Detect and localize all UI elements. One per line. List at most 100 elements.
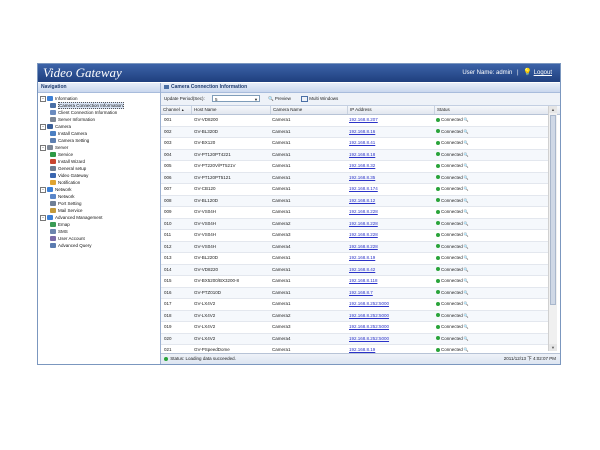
table-row[interactable]: 017 GV-LX4V2 Camera1 192.168.8.252:5000 Conn… bbox=[161, 299, 548, 311]
magnifier-icon[interactable]: 🔍 bbox=[463, 117, 469, 122]
table-row[interactable]: 012 GV-VS04H Camera4 192.168.8.228 Connected… bbox=[161, 241, 548, 253]
scroll-down-icon[interactable]: ▼ bbox=[549, 344, 557, 351]
logout-link[interactable]: Logout bbox=[534, 70, 552, 76]
ip-address-link[interactable]: 192.168.8.252:5000 bbox=[349, 334, 434, 345]
scrollbar-thumb[interactable] bbox=[550, 115, 556, 305]
ip-address-link[interactable]: 192.168.8.228 bbox=[349, 230, 434, 241]
ip-address-link[interactable]: 192.168.8.19 bbox=[349, 253, 434, 264]
nav-item-general-setup[interactable]: General setup bbox=[38, 165, 160, 172]
table-row[interactable]: 004 GV-PT120PT4221 Camera1 192.168.8.18 Conn… bbox=[161, 149, 548, 161]
table-row[interactable]: 005 GV-PT220V/PT521V Camera1 192.168.8.32 Co… bbox=[161, 161, 548, 173]
nav-item-advanced-management[interactable]: − Advanced Management bbox=[38, 214, 160, 221]
ip-address-link[interactable]: 192.168.8.228 bbox=[349, 242, 434, 253]
table-row[interactable]: 019 GV-LX4V2 Camera3 192.168.8.252:5000 Conn… bbox=[161, 322, 548, 334]
nav-item-server-information[interactable]: Server Information bbox=[38, 116, 160, 123]
magnifier-icon[interactable]: 🔍 bbox=[463, 336, 469, 341]
ip-address-link[interactable]: 192.168.8.228 bbox=[349, 219, 434, 230]
ip-address-link[interactable]: 192.168.8.228 bbox=[349, 207, 434, 218]
chevron-down-icon[interactable]: ▼ bbox=[254, 96, 258, 103]
magnifier-icon[interactable]: 🔍 bbox=[463, 140, 469, 145]
scroll-up-icon[interactable]: ▲ bbox=[549, 106, 557, 113]
collapse-toggle-icon[interactable]: − bbox=[40, 95, 46, 102]
magnifier-icon[interactable]: 🔍 bbox=[463, 278, 469, 283]
table-row[interactable]: 009 GV-VS04H Camera1 192.168.8.228 Connected… bbox=[161, 207, 548, 219]
vertical-scrollbar[interactable]: ▲ ▼ bbox=[548, 106, 557, 351]
collapse-toggle-icon[interactable]: − bbox=[40, 214, 46, 221]
nav-item-mail-service[interactable]: Mail Service bbox=[38, 207, 160, 214]
column-channel[interactable]: Channel ▲ bbox=[161, 106, 191, 114]
ip-address-link[interactable]: 192.168.8.118 bbox=[349, 276, 434, 287]
magnifier-icon[interactable]: 🔍 bbox=[463, 152, 469, 157]
ip-address-link[interactable]: 192.168.8.252:5000 bbox=[349, 322, 434, 333]
nav-item-network[interactable]: − Network bbox=[38, 186, 160, 193]
magnifier-icon[interactable]: 🔍 bbox=[463, 198, 469, 203]
magnifier-icon[interactable]: 🔍 bbox=[463, 324, 469, 329]
collapse-toggle-icon[interactable]: − bbox=[40, 186, 46, 193]
table-row[interactable]: 006 GV-PT120PT5121 Camera1 192.168.8.35 Conn… bbox=[161, 172, 548, 184]
magnifier-icon[interactable]: 🔍 bbox=[463, 209, 469, 214]
nav-item-install-camera[interactable]: Install Camera bbox=[38, 130, 160, 137]
ip-address-link[interactable]: 192.168.8.252:5000 bbox=[349, 311, 434, 322]
table-row[interactable]: 002 GV-BL320D Camera1 192.168.8.16 Connected… bbox=[161, 126, 548, 138]
table-row[interactable]: 013 GV-BL220D Camera1 192.168.8.19 Connected… bbox=[161, 253, 548, 265]
magnifier-icon[interactable]: 🔍 bbox=[463, 313, 469, 318]
magnifier-icon[interactable]: 🔍 bbox=[463, 267, 469, 272]
collapse-toggle-icon[interactable]: − bbox=[40, 123, 46, 130]
logout-icon[interactable]: 💡 bbox=[523, 69, 532, 76]
magnifier-icon[interactable]: 🔍 bbox=[463, 175, 469, 180]
magnifier-icon[interactable]: 🔍 bbox=[463, 163, 469, 168]
table-row[interactable]: 011 GV-VS04H Camera3 192.168.8.228 Connected… bbox=[161, 230, 548, 242]
nav-item-network[interactable]: Network bbox=[38, 193, 160, 200]
update-period-select[interactable]: 5 ▼ bbox=[212, 95, 260, 102]
column-host-name[interactable]: Host Name bbox=[191, 106, 270, 114]
column-ip-address[interactable]: IP Address bbox=[347, 106, 434, 114]
column-status[interactable]: Status bbox=[434, 106, 548, 114]
nav-item-client-connection-information[interactable]: Client Connection Information bbox=[38, 109, 160, 116]
magnifier-icon[interactable]: 🔍 bbox=[463, 244, 469, 249]
table-row[interactable]: 007 GV-CB120 Camera1 192.168.8.174 Connected… bbox=[161, 184, 548, 196]
ip-address-link[interactable]: 192.168.8.42 bbox=[349, 265, 434, 276]
ip-address-link[interactable]: 192.168.8.174 bbox=[349, 184, 434, 195]
magnifier-icon[interactable]: 🔍 bbox=[463, 347, 469, 352]
nav-item-notification[interactable]: Notification bbox=[38, 179, 160, 186]
magnifier-icon[interactable]: 🔍 bbox=[463, 301, 469, 306]
ip-address-link[interactable]: 192.168.8.16 bbox=[349, 127, 434, 138]
nav-item-sms[interactable]: SMS bbox=[38, 228, 160, 235]
magnifier-icon[interactable]: 🔍 bbox=[463, 255, 469, 260]
preview-button[interactable]: 🔍 Preview bbox=[268, 95, 291, 103]
column-camera-name[interactable]: Camera Name bbox=[270, 106, 347, 114]
ip-address-link[interactable]: 192.168.8.207 bbox=[349, 115, 434, 126]
nav-item-install-wizard[interactable]: Install Wizard bbox=[38, 158, 160, 165]
nav-item-port-setting[interactable]: Port Setting bbox=[38, 200, 160, 207]
nav-item-service[interactable]: Service bbox=[38, 151, 160, 158]
ip-address-link[interactable]: 192.168.8.7 bbox=[349, 288, 434, 299]
nav-item-emap[interactable]: Emap bbox=[38, 221, 160, 228]
multi-windows-button[interactable]: Multi Windows bbox=[301, 95, 338, 103]
table-row[interactable]: 003 GV-BX120 Camera1 192.168.8.41 Connected … bbox=[161, 138, 548, 150]
ip-address-link[interactable]: 192.168.8.41 bbox=[349, 138, 434, 149]
nav-item-camera[interactable]: − Camera bbox=[38, 123, 160, 130]
nav-item-video-gateway[interactable]: Video Gateway bbox=[38, 172, 160, 179]
magnifier-icon[interactable]: 🔍 bbox=[463, 290, 469, 295]
table-row[interactable]: 010 GV-VS04H Camera2 192.168.8.228 Connected… bbox=[161, 218, 548, 230]
collapse-toggle-icon[interactable]: − bbox=[40, 144, 46, 151]
table-row[interactable]: 020 GV-LX4V2 Camera4 192.168.8.252:5000 Conn… bbox=[161, 333, 548, 345]
nav-item-user-account[interactable]: User Account bbox=[38, 235, 160, 242]
magnifier-icon[interactable]: 🔍 bbox=[463, 232, 469, 237]
nav-item-camera-connection-information[interactable]: Camera Connection Information bbox=[38, 102, 160, 109]
nav-item-information[interactable]: − Information bbox=[38, 95, 160, 102]
ip-address-link[interactable]: 192.168.8.35 bbox=[349, 173, 434, 184]
nav-item-advanced-query[interactable]: Advanced Query bbox=[38, 242, 160, 249]
table-row[interactable]: 016 GV-PTZ010D Camera1 192.168.8.7 Connected… bbox=[161, 287, 548, 299]
nav-item-server[interactable]: − Server bbox=[38, 144, 160, 151]
table-row[interactable]: 008 GV-BL120D Camera1 192.168.8.12 Connected… bbox=[161, 195, 548, 207]
magnifier-icon[interactable]: 🔍 bbox=[463, 186, 469, 191]
nav-item-camera-setting[interactable]: Camera Setting bbox=[38, 137, 160, 144]
ip-address-link[interactable]: 192.168.8.18 bbox=[349, 150, 434, 161]
magnifier-icon[interactable]: 🔍 bbox=[463, 129, 469, 134]
ip-address-link[interactable]: 192.168.8.32 bbox=[349, 161, 434, 172]
ip-address-link[interactable]: 192.168.8.12 bbox=[349, 196, 434, 207]
table-row[interactable]: 014 GV-VD8220 Camera1 192.168.8.42 Connected… bbox=[161, 264, 548, 276]
table-row[interactable]: 018 GV-LX4V2 Camera2 192.168.8.252:5000 Conn… bbox=[161, 310, 548, 322]
ip-address-link[interactable]: 192.168.8.252:5000 bbox=[349, 299, 434, 310]
